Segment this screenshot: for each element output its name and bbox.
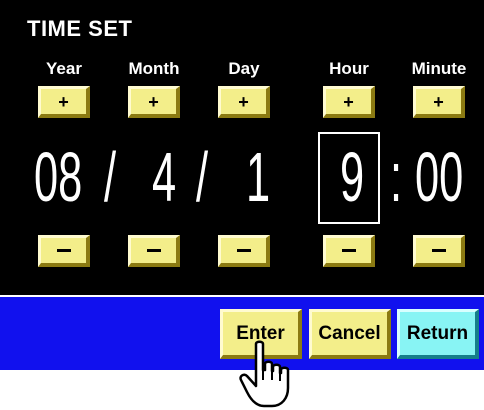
- year-decrement-button[interactable]: [38, 235, 90, 267]
- minute-label: Minute: [411, 59, 467, 78]
- minus-icon: [431, 249, 446, 252]
- date-separator: /: [104, 138, 117, 216]
- minute-increment-button[interactable]: +: [413, 86, 465, 118]
- panel-title: TIME SET: [27, 16, 133, 41]
- time-set-panel: TIME SET Year Month Day Hour Minute + + …: [0, 0, 484, 295]
- hand-pointer-icon: [239, 340, 290, 408]
- minus-icon: [236, 249, 251, 252]
- year-value: 08: [34, 138, 83, 216]
- date-separator: /: [196, 138, 209, 216]
- minute-value: 00: [415, 138, 464, 216]
- cancel-button[interactable]: Cancel: [309, 309, 391, 359]
- time-separator: :: [390, 138, 403, 216]
- month-decrement-button[interactable]: [128, 235, 180, 267]
- day-label: Day: [228, 59, 260, 78]
- day-value: 1: [246, 138, 271, 216]
- minus-icon: [341, 249, 356, 252]
- month-value: 4: [152, 138, 177, 216]
- plus-icon: +: [433, 91, 444, 112]
- plus-icon: +: [343, 91, 354, 112]
- month-label: Month: [128, 59, 180, 78]
- day-decrement-button[interactable]: [218, 235, 270, 267]
- minute-decrement-button[interactable]: [413, 235, 465, 267]
- month-increment-button[interactable]: +: [128, 86, 180, 118]
- plus-icon: +: [58, 91, 69, 112]
- year-increment-button[interactable]: +: [38, 86, 90, 118]
- day-increment-button[interactable]: +: [218, 86, 270, 118]
- plus-icon: +: [238, 91, 249, 112]
- hour-increment-button[interactable]: +: [323, 86, 375, 118]
- year-label: Year: [46, 59, 82, 78]
- hour-value: 9: [340, 138, 365, 216]
- minus-icon: [56, 249, 71, 252]
- plus-icon: +: [148, 91, 159, 112]
- minus-icon: [146, 249, 161, 252]
- hour-decrement-button[interactable]: [323, 235, 375, 267]
- hour-label: Hour: [329, 59, 369, 78]
- return-button[interactable]: Return: [397, 309, 479, 359]
